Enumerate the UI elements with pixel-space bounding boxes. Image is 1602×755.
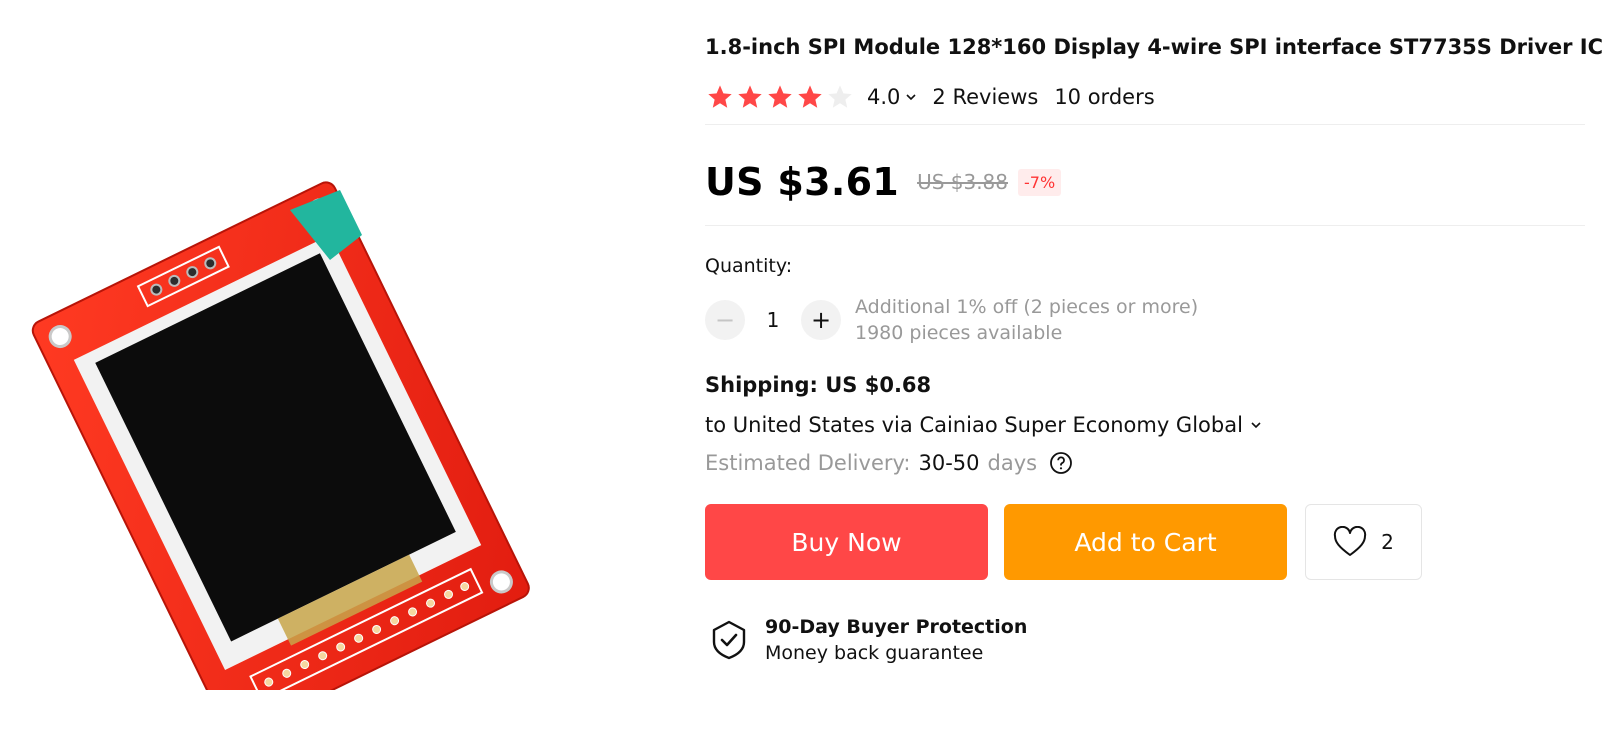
purchase-actions: Buy Now Add to Cart 2 bbox=[705, 504, 1585, 580]
divider bbox=[705, 124, 1585, 125]
protection-subtitle: Money back guarantee bbox=[765, 642, 984, 664]
chevron-down-icon[interactable] bbox=[1249, 418, 1263, 432]
original-price: US $3.88 bbox=[917, 170, 1009, 194]
rating-stars[interactable] bbox=[705, 83, 855, 111]
current-price: US $3.61 bbox=[705, 160, 900, 204]
tft-lcd-module-image bbox=[31, 181, 530, 690]
quantity-label: Quantity: bbox=[705, 255, 793, 277]
delivery-days: 30-50 bbox=[918, 451, 980, 475]
chevron-down-icon[interactable] bbox=[904, 90, 918, 104]
buy-now-button[interactable]: Buy Now bbox=[705, 504, 988, 580]
quantity-notes: Additional 1% off (2 pieces or more) 198… bbox=[855, 294, 1198, 346]
quantity-stepper: − 1 + Additional 1% off (2 pieces or mor… bbox=[705, 294, 1585, 346]
star-empty-icon bbox=[828, 85, 852, 108]
estimated-delivery: Estimated Delivery: 30-50 days bbox=[705, 446, 1585, 480]
discount-badge: -7% bbox=[1018, 168, 1062, 196]
heart-icon bbox=[1334, 526, 1367, 556]
wishlist-count: 2 bbox=[1381, 530, 1394, 554]
divider bbox=[705, 225, 1585, 226]
reviews-link[interactable]: 2 Reviews bbox=[932, 85, 1038, 109]
star-icon bbox=[708, 85, 732, 108]
increase-quantity-button[interactable]: + bbox=[801, 300, 841, 340]
shield-check-icon bbox=[712, 620, 746, 660]
product-info: 1.8-inch SPI Module 128*160 Display 4-wi… bbox=[705, 30, 1602, 666]
star-icon bbox=[798, 85, 822, 108]
shipping-method-selector[interactable]: to United States via Cainiao Super Econo… bbox=[705, 408, 1585, 442]
protection-text: 90-Day Buyer Protection Money back guara… bbox=[765, 614, 1027, 666]
star-icon bbox=[738, 85, 762, 108]
product-image[interactable] bbox=[0, 150, 560, 690]
help-icon[interactable] bbox=[1049, 451, 1073, 475]
shipping-destination[interactable]: to United States via Cainiao Super Econo… bbox=[705, 408, 1243, 442]
shipping-price: Shipping: US $0.68 bbox=[705, 373, 932, 397]
quantity-input[interactable]: 1 bbox=[745, 308, 801, 332]
bulk-discount-note: Additional 1% off (2 pieces or more) bbox=[855, 296, 1199, 318]
product-title: 1.8-inch SPI Module 128*160 Display 4-wi… bbox=[705, 35, 1602, 59]
delivery-label: Estimated Delivery: bbox=[705, 451, 911, 475]
rating-value[interactable]: 4.0 bbox=[867, 85, 900, 109]
decrease-quantity-button[interactable]: − bbox=[705, 300, 745, 340]
price-row: US $3.61 US $3.88 -7% bbox=[705, 155, 1585, 209]
rating-row: 4.0 2 Reviews 10 orders bbox=[705, 80, 1585, 114]
stock-available: 1980 pieces available bbox=[855, 322, 1063, 344]
buyer-protection[interactable]: 90-Day Buyer Protection Money back guara… bbox=[705, 614, 1585, 666]
protection-title: 90-Day Buyer Protection bbox=[765, 616, 1028, 638]
add-to-cart-button[interactable]: Add to Cart bbox=[1004, 504, 1287, 580]
star-icon bbox=[768, 85, 792, 108]
delivery-days-unit: days bbox=[987, 451, 1038, 475]
wishlist-button[interactable]: 2 bbox=[1305, 504, 1422, 580]
orders-count: 10 orders bbox=[1054, 85, 1155, 109]
